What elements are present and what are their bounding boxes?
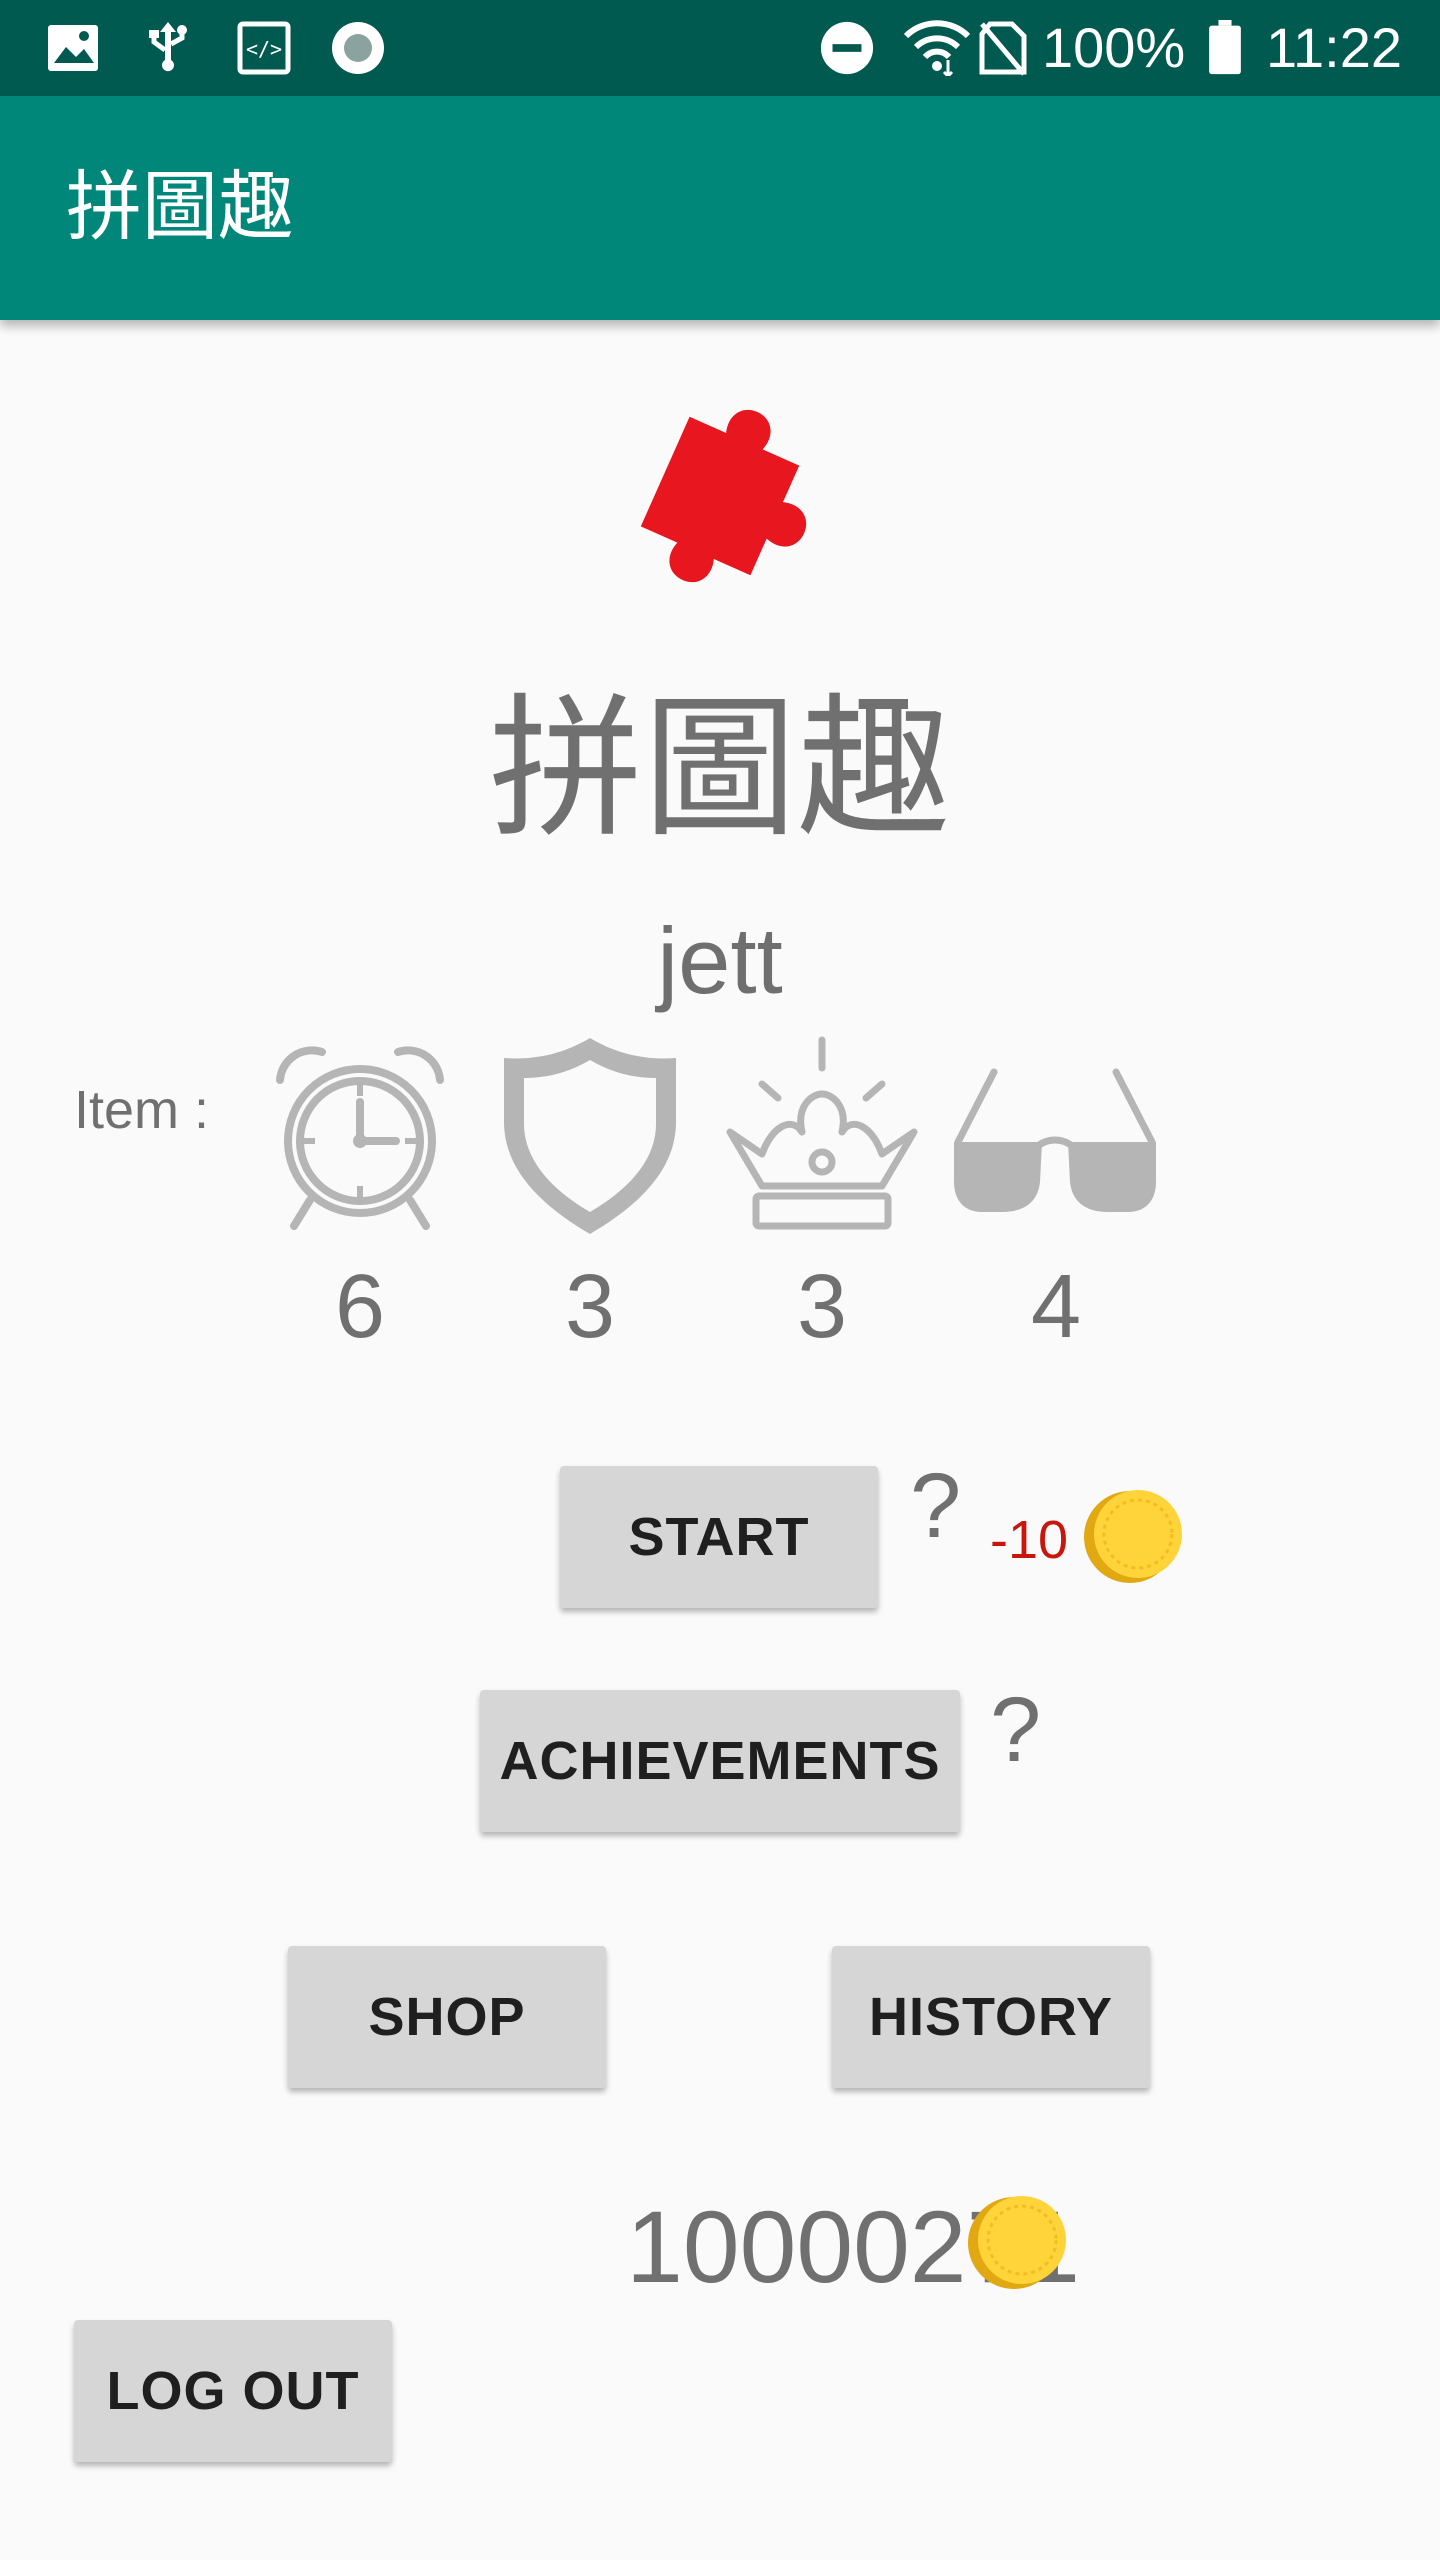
no-sim-icon bbox=[979, 21, 1027, 76]
usb-icon bbox=[149, 22, 187, 72]
app-bar: 拼圖趣 bbox=[0, 96, 1440, 320]
history-button[interactable]: HISTORY bbox=[832, 1946, 1150, 2088]
dnd-icon bbox=[820, 21, 874, 75]
status-bar: </> 100% 11:22 bbox=[0, 0, 1440, 96]
sunglasses-icon bbox=[954, 1068, 1156, 1212]
item-count-clock: 6 bbox=[334, 1257, 386, 1357]
shield-icon bbox=[504, 1038, 676, 1234]
logout-button[interactable]: LOG OUT bbox=[74, 2320, 392, 2462]
battery-percent: 100% bbox=[1042, 16, 1186, 79]
item-count-shield: 3 bbox=[564, 1257, 616, 1357]
page-title: 拼圖趣 bbox=[488, 683, 951, 855]
alarm-clock-icon bbox=[276, 1046, 444, 1230]
puzzle-piece-icon bbox=[640, 409, 807, 583]
achievements-button[interactable]: ACHIEVEMENTS bbox=[480, 1690, 960, 1832]
coin-balance: 10000271 bbox=[626, 2190, 1080, 2304]
crown-icon bbox=[726, 1036, 918, 1230]
coin-icon bbox=[1084, 1490, 1182, 1583]
start-cost: -10 bbox=[990, 1510, 1069, 1570]
coin-balance-icon bbox=[968, 2196, 1066, 2289]
username: jett bbox=[657, 908, 783, 1013]
image-icon bbox=[48, 25, 98, 71]
item-count-crown: 3 bbox=[796, 1257, 848, 1357]
start-help-icon[interactable]: ? bbox=[910, 1456, 961, 1556]
item-label: Item : bbox=[74, 1080, 210, 1140]
wifi-icon bbox=[904, 20, 970, 76]
app-bar-title: 拼圖趣 bbox=[66, 165, 294, 250]
start-button[interactable]: START bbox=[560, 1466, 878, 1608]
svg-text:</>: </> bbox=[246, 37, 282, 61]
achievements-help-icon[interactable]: ? bbox=[990, 1680, 1041, 1780]
shop-button[interactable]: SHOP bbox=[288, 1946, 606, 2088]
code-icon: </> bbox=[237, 21, 291, 75]
record-icon bbox=[332, 22, 384, 74]
battery-icon bbox=[1209, 20, 1241, 75]
clock: 11:22 bbox=[1266, 16, 1402, 79]
item-count-sunglasses: 4 bbox=[1030, 1257, 1082, 1357]
